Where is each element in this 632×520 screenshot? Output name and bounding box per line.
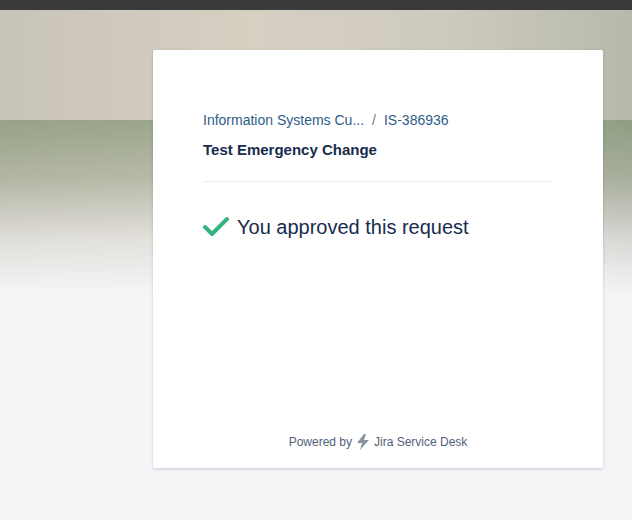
- request-card: Information Systems Cu... / IS-386936 Test …: [153, 50, 603, 468]
- product-link[interactable]: Jira Service Desk: [374, 434, 467, 450]
- footer-prefix: Powered by: [289, 434, 352, 450]
- divider: [203, 181, 553, 182]
- status-message: You approved this request: [237, 213, 469, 241]
- jira-bolt-icon: [356, 434, 370, 450]
- breadcrumb-link[interactable]: IS-386936: [384, 110, 449, 130]
- request-title: Test Emergency Change: [203, 140, 553, 160]
- breadcrumb-separator: /: [372, 110, 376, 130]
- breadcrumbs: Information Systems Cu... / IS-386936: [203, 110, 553, 130]
- footer: Powered by Jira Service Desk: [203, 434, 553, 450]
- page: Information Systems Cu... / IS-386936 Test …: [0, 0, 632, 520]
- status-row: You approved this request: [203, 213, 553, 241]
- breadcrumb-link[interactable]: Information Systems Cu...: [203, 110, 364, 130]
- check-icon: [203, 216, 229, 238]
